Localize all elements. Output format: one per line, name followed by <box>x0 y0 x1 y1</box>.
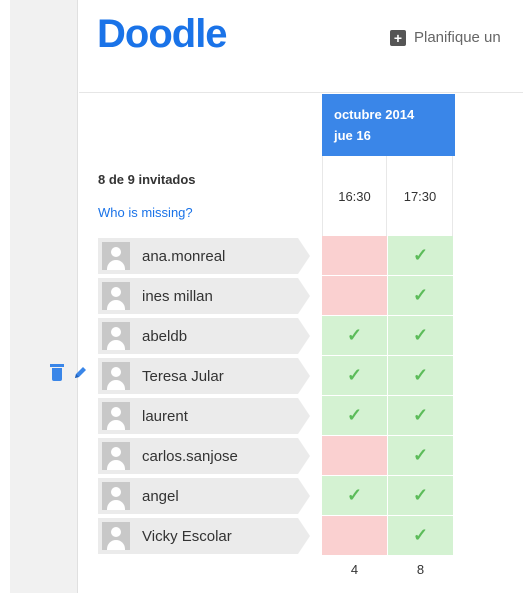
user-avatar-icon <box>102 242 130 270</box>
participants-list: ana.monreal ✓ ines millan ✓ abeldb ✓ ✓ Teresa J… <box>98 236 455 556</box>
check-icon: ✓ <box>412 285 429 305</box>
check-icon: ✓ <box>412 325 429 345</box>
vote-yes-cell: ✓ <box>388 476 453 515</box>
participant-row[interactable]: ines millan ✓ <box>98 276 455 316</box>
pencil-icon[interactable] <box>72 365 88 381</box>
vote-yes-cell: ✓ <box>388 276 453 315</box>
date-column-header: octubre 2014 jue 16 <box>322 94 455 156</box>
plan-event-button[interactable]: + Planifique un <box>390 29 501 46</box>
vote-yes-cell: ✓ <box>388 516 453 555</box>
vote-no-cell <box>322 436 387 475</box>
vote-no-cell <box>322 236 387 275</box>
participant-name-pill[interactable]: Vicky Escolar <box>98 518 310 554</box>
participant-row[interactable]: Vicky Escolar ✓ <box>98 516 455 556</box>
check-icon: ✓ <box>346 365 363 385</box>
participant-name-pill[interactable]: carlos.sanjose <box>98 438 310 474</box>
user-avatar-icon <box>102 402 130 430</box>
participant-name-pill[interactable]: laurent <box>98 398 310 434</box>
total-count: 4 <box>350 562 359 577</box>
vote-yes-cell: ✓ <box>322 396 387 435</box>
participant-row[interactable]: Teresa Jular ✓ ✓ <box>98 356 455 396</box>
user-avatar-icon <box>102 282 130 310</box>
date-day: jue 16 <box>334 128 371 143</box>
vote-yes-cell: ✓ <box>388 356 453 395</box>
left-gutter <box>10 0 78 593</box>
vote-no-cell <box>322 516 387 555</box>
participant-name-pill[interactable]: ana.monreal <box>98 238 310 274</box>
participant-name-pill[interactable]: Teresa Jular <box>98 358 310 394</box>
left-margin <box>0 0 10 593</box>
total-count: 8 <box>416 562 425 577</box>
check-icon: ✓ <box>412 445 429 465</box>
participant-row[interactable]: angel ✓ ✓ <box>98 476 455 516</box>
participant-name: ines millan <box>142 287 213 305</box>
participant-row[interactable]: laurent ✓ ✓ <box>98 396 455 436</box>
participant-name: ana.monreal <box>142 247 226 265</box>
plus-icon: + <box>390 29 406 46</box>
check-icon: ✓ <box>412 245 429 265</box>
participant-name-pill[interactable]: abeldb <box>98 318 310 354</box>
user-avatar-icon <box>102 362 130 390</box>
user-avatar-icon <box>102 442 130 470</box>
participant-name-pill[interactable]: angel <box>98 478 310 514</box>
vote-yes-cell: ✓ <box>322 356 387 395</box>
vote-yes-cell: ✓ <box>388 236 453 275</box>
user-avatar-icon <box>102 482 130 510</box>
user-avatar-icon <box>102 322 130 350</box>
participant-name: laurent <box>142 407 188 425</box>
participant-row[interactable]: abeldb ✓ ✓ <box>98 316 455 356</box>
participant-row[interactable]: carlos.sanjose ✓ <box>98 436 455 476</box>
user-avatar-icon <box>102 522 130 550</box>
check-icon: ✓ <box>412 365 429 385</box>
trash-icon[interactable] <box>50 364 64 381</box>
vote-no-cell <box>322 276 387 315</box>
participant-name-pill[interactable]: ines millan <box>98 278 310 314</box>
doodle-logo[interactable]: Doodle <box>97 12 228 57</box>
participant-name: angel <box>142 487 179 505</box>
participant-name: Vicky Escolar <box>142 527 232 545</box>
who-missing-link[interactable]: Who is missing? <box>98 205 193 220</box>
vote-yes-cell: ✓ <box>388 436 453 475</box>
vote-yes-cell: ✓ <box>388 396 453 435</box>
participant-name: Teresa Jular <box>142 367 224 385</box>
check-icon: ✓ <box>346 325 363 345</box>
vote-yes-cell: ✓ <box>388 316 453 355</box>
vote-yes-cell: ✓ <box>322 316 387 355</box>
vote-yes-cell: ✓ <box>322 476 387 515</box>
check-icon: ✓ <box>412 525 429 545</box>
check-icon: ✓ <box>412 485 429 505</box>
check-icon: ✓ <box>346 405 363 425</box>
participant-name: carlos.sanjose <box>142 447 238 465</box>
check-icon: ✓ <box>346 485 363 505</box>
guests-count: 8 de 9 invitados <box>98 172 196 187</box>
header: Doodle + Planifique un <box>79 0 523 93</box>
check-icon: ✓ <box>412 405 429 425</box>
date-month: octubre 2014 <box>334 107 415 122</box>
participant-name: abeldb <box>142 327 188 345</box>
participant-row[interactable]: ana.monreal ✓ <box>98 236 455 276</box>
plan-label: Planifique un <box>414 29 501 46</box>
time-slot-header: 16:30 <box>322 156 387 236</box>
time-slot-header: 17:30 <box>388 156 453 236</box>
row-actions <box>50 364 88 381</box>
